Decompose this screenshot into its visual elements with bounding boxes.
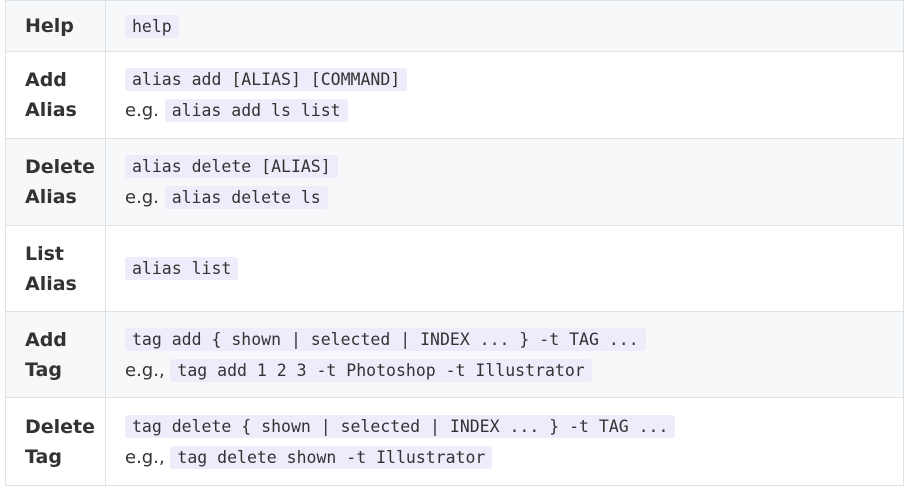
action-cell: Add Tag [5, 311, 106, 398]
format-cell: alias add [ALIAS] [COMMAND] e.g. alias a… [105, 51, 904, 139]
action-cell: Delete Tag [5, 397, 106, 486]
format-cell: alias delete [ALIAS] e.g. alias delete l… [105, 138, 904, 226]
action-label: Tag [25, 445, 62, 468]
action-label: Delete [25, 156, 96, 178]
table-row-add-tag: Add Tag tag add { shown | selected | IND… [5, 311, 904, 398]
format-line: tag delete { shown | selected | INDEX ..… [125, 411, 903, 442]
command-table: Help help Add Alias alias add [ALIAS] [C… [5, 0, 904, 486]
format-line: tag add { shown | selected | INDEX ... }… [125, 324, 903, 355]
format-line: alias list [125, 253, 903, 284]
action-cell: Help [5, 0, 106, 52]
action-label: Alias [25, 99, 77, 121]
action-label: Delete [25, 415, 96, 438]
action-cell: List Alias [5, 225, 106, 312]
table-row-help: Help help [5, 0, 904, 52]
action-label: Tag [25, 358, 62, 381]
action-label: Add [25, 328, 67, 351]
format-line: help [125, 11, 903, 42]
example-prefix: e.g., [125, 359, 165, 381]
action-label: Alias [25, 272, 77, 295]
example-line: e.g., tag add 1 2 3 -t Photoshop -t Illu… [125, 355, 903, 386]
table-row-delete-alias: Delete Alias alias delete [ALIAS] e.g. a… [5, 138, 904, 226]
example-line: e.g. alias add ls list [125, 95, 903, 126]
format-line: alias add [ALIAS] [COMMAND] [125, 64, 903, 95]
action-label: Alias [25, 186, 77, 208]
table-row-add-alias: Add Alias alias add [ALIAS] [COMMAND] e.… [5, 51, 904, 139]
example-code: alias delete ls [164, 186, 328, 209]
command-code: alias delete [ALIAS] [125, 155, 338, 178]
action-label: Help [25, 15, 74, 37]
example-prefix: e.g. [125, 100, 159, 121]
table-row-list-alias: List Alias alias list [5, 225, 904, 312]
command-code: help [125, 14, 179, 38]
action-cell: Delete Alias [5, 138, 106, 226]
command-code: tag delete { shown | selected | INDEX ..… [125, 414, 676, 438]
action-label: List [25, 242, 65, 265]
example-prefix: e.g., [125, 446, 165, 468]
example-code: tag add 1 2 3 -t Photoshop -t Illustrato… [170, 358, 592, 382]
example-line: e.g. alias delete ls [125, 182, 903, 213]
command-code: tag add { shown | selected | INDEX ... }… [125, 327, 646, 351]
command-code: alias list [125, 257, 239, 280]
format-cell: alias list [105, 225, 904, 312]
example-code: tag delete shown -t Illustrator [170, 445, 493, 469]
table-row-delete-tag: Delete Tag tag delete { shown | selected… [5, 397, 904, 486]
format-cell: help [105, 0, 904, 52]
format-cell: tag delete { shown | selected | INDEX ..… [105, 397, 904, 486]
example-prefix: e.g. [125, 187, 159, 208]
action-label: Add [25, 69, 67, 91]
command-code: alias add [ALIAS] [COMMAND] [125, 68, 408, 91]
format-cell: tag add { shown | selected | INDEX ... }… [105, 311, 904, 398]
example-code: alias add ls list [164, 99, 348, 122]
action-cell: Add Alias [5, 51, 106, 139]
example-line: e.g., tag delete shown -t Illustrator [125, 442, 903, 473]
format-line: alias delete [ALIAS] [125, 151, 903, 182]
